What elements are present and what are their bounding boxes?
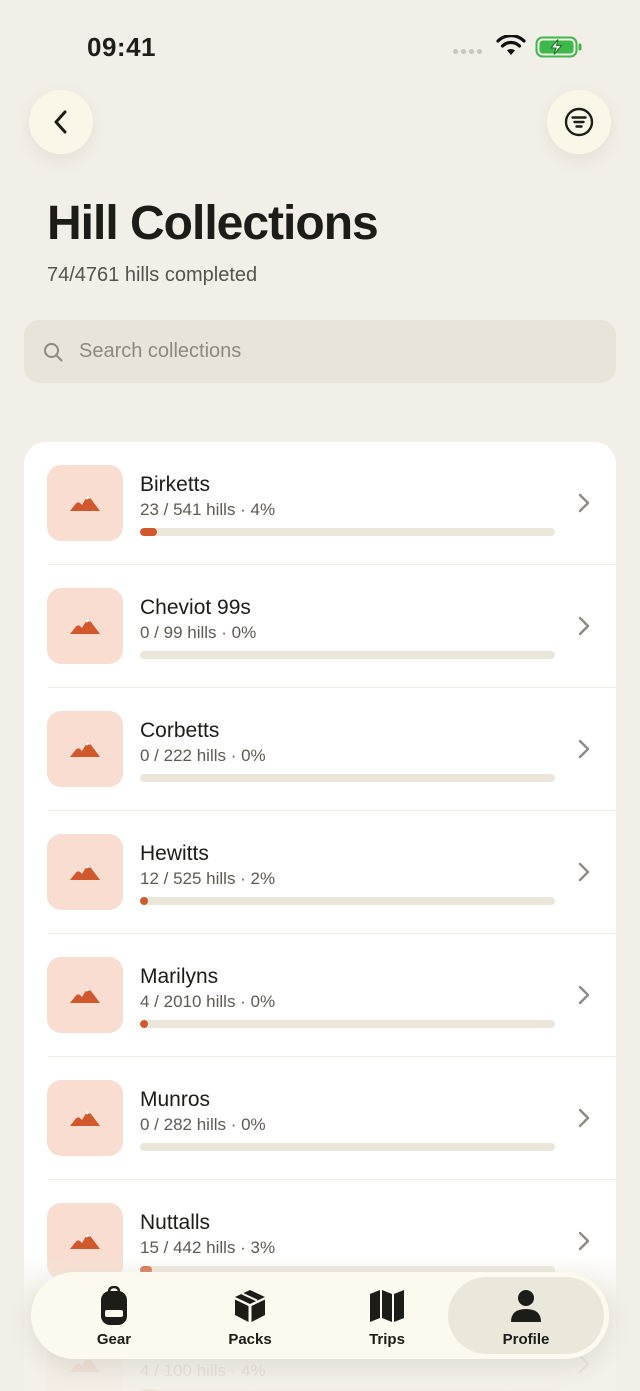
collection-name: Munros <box>140 1088 211 1111</box>
collection-row[interactable]: Munros 0 / 282 hills · 0% <box>24 1057 616 1180</box>
collection-thumbnail <box>47 1080 123 1156</box>
status-bar: 09:41 <box>0 0 640 90</box>
collection-thumbnail <box>47 588 123 664</box>
search-input[interactable]: Search collections <box>79 340 241 363</box>
progress-bar-fill <box>140 1020 148 1028</box>
mountain-icon <box>70 741 100 757</box>
collection-row[interactable]: Cheviot 99s 0 / 99 hills · 0% <box>24 565 616 688</box>
chevron-left-icon <box>54 110 67 134</box>
progress-bar <box>140 1020 555 1028</box>
mountain-icon <box>70 1233 100 1249</box>
progress-bar <box>140 651 555 659</box>
wifi-icon <box>496 35 526 55</box>
map-icon <box>370 1290 404 1322</box>
collection-thumbnail <box>47 834 123 910</box>
tab-bar: Gear Packs Trips Profile <box>31 1272 609 1359</box>
collection-row[interactable]: Hewitts 12 / 525 hills · 2% <box>24 811 616 934</box>
search-icon <box>44 342 63 361</box>
mountain-icon <box>70 864 100 880</box>
progress-bar-fill <box>140 528 157 536</box>
backpack-icon <box>101 1286 127 1325</box>
collections-list: Birketts 23 / 541 hills · 4% Cheviot 99s 0 … <box>24 442 616 1391</box>
chevron-right-icon <box>578 1231 590 1251</box>
collection-progress-text: 4 / 2010 hills · 0% <box>140 992 276 1011</box>
collection-progress-text: 0 / 282 hills · 0% <box>140 1115 266 1134</box>
back-button[interactable] <box>29 90 93 154</box>
progress-bar-fill <box>140 897 149 905</box>
mountain-icon <box>70 618 100 634</box>
completion-summary: 74/4761 hills completed <box>47 264 258 286</box>
battery-charging-icon <box>535 36 582 58</box>
tab-packs-label: Packs <box>228 1331 272 1348</box>
collection-name: Cheviot 99s <box>140 596 251 619</box>
tab-trips[interactable]: Trips <box>319 1277 455 1354</box>
tab-packs[interactable]: Packs <box>182 1277 318 1354</box>
tab-gear[interactable]: Gear <box>46 1277 182 1354</box>
collection-name: Hewitts <box>140 842 209 865</box>
tab-profile[interactable]: Profile <box>448 1277 604 1354</box>
collection-name: Nuttalls <box>140 1211 211 1234</box>
tab-trips-label: Trips <box>369 1331 405 1348</box>
collection-row[interactable]: Corbetts 0 / 222 hills · 0% <box>24 688 616 811</box>
chevron-right-icon <box>578 985 590 1005</box>
tab-gear-label: Gear <box>96 1331 132 1348</box>
progress-bar <box>140 528 555 536</box>
mountain-icon <box>70 495 100 511</box>
chevron-right-icon <box>578 739 590 759</box>
collection-thumbnail <box>47 957 123 1033</box>
collection-thumbnail <box>47 465 123 541</box>
filter-button[interactable] <box>547 90 611 154</box>
box-icon <box>235 1290 265 1322</box>
collection-row[interactable]: Birketts 23 / 541 hills · 4% <box>24 442 616 565</box>
collection-thumbnail <box>47 711 123 787</box>
collection-progress-text: 0 / 222 hills · 0% <box>140 746 266 765</box>
chevron-right-icon <box>578 1108 590 1128</box>
progress-bar <box>140 897 555 905</box>
chevron-right-icon <box>578 862 590 882</box>
person-icon <box>511 1290 541 1322</box>
search-field[interactable]: Search collections <box>24 320 616 383</box>
collection-name: Marilyns <box>140 965 219 988</box>
chevron-right-icon <box>578 616 590 636</box>
collection-name: Birketts <box>140 473 211 496</box>
filter-icon <box>564 107 594 137</box>
collection-name: Corbetts <box>140 719 220 742</box>
collection-row[interactable]: Marilyns 4 / 2010 hills · 0% <box>24 934 616 1057</box>
tab-profile-label: Profile <box>502 1331 550 1348</box>
collection-progress-text: 0 / 99 hills · 0% <box>140 623 257 642</box>
collection-progress-text: 12 / 525 hills · 2% <box>140 869 276 888</box>
page-title: Hill Collections <box>47 197 379 250</box>
mountain-icon <box>70 987 100 1003</box>
mountain-icon <box>70 1110 100 1126</box>
status-time: 09:41 <box>87 32 156 62</box>
cellular-signal-icon <box>453 49 482 54</box>
progress-bar <box>140 1143 555 1151</box>
chevron-right-icon <box>578 493 590 513</box>
collection-progress-text: 23 / 541 hills · 4% <box>140 500 276 519</box>
progress-bar <box>140 774 555 782</box>
